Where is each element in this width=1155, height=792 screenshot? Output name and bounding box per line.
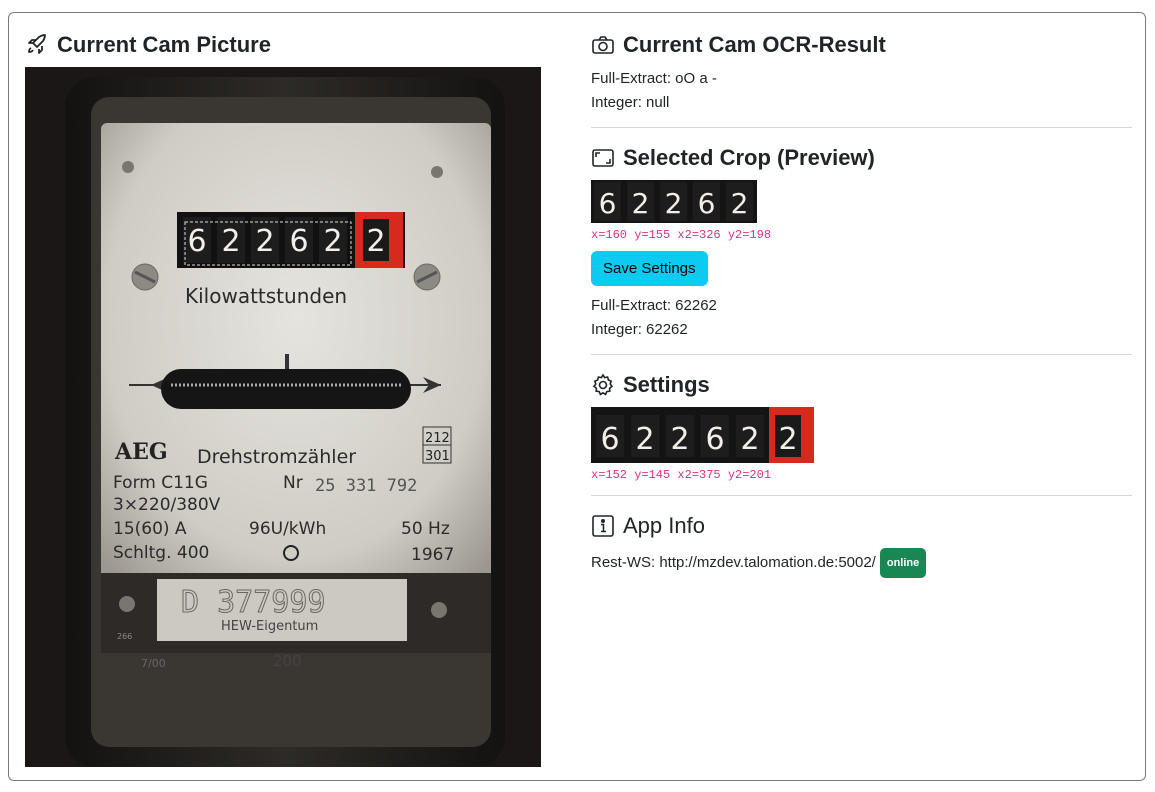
crop-digit: 6: [698, 187, 716, 220]
crop-digit: 2: [632, 187, 650, 220]
crop-heading: Selected Crop (Preview): [591, 142, 1132, 174]
divider: [591, 495, 1132, 496]
main-card: Current Cam Picture 6 2 2 6 2 2 Kilowatt…: [8, 12, 1146, 781]
photo-form: Form C11G: [113, 473, 208, 493]
ocr-title: Current Cam OCR-Result: [623, 32, 886, 57]
photo-bottom-num: 200: [273, 652, 302, 670]
settings-digit: 6: [600, 422, 619, 457]
ocr-integer: Integer: null: [591, 94, 670, 111]
crop-coords: x=160 y=155 x2=326 y2=198: [591, 228, 772, 242]
photo-counter-digit: 6: [289, 224, 308, 259]
settings-decimal: 2: [778, 422, 797, 457]
appinfo-heading: App Info: [591, 510, 1132, 542]
crop-full-extract: Full-Extract: 62262: [591, 297, 717, 314]
save-settings-button[interactable]: Save Settings: [591, 251, 708, 286]
crop-integer: Integer: 62262: [591, 321, 688, 338]
photo-plate-owner: HEW-Eigentum: [221, 619, 318, 634]
photo-small-mid: 7/00: [141, 657, 166, 670]
photo-current: 15(60) A: [113, 519, 187, 539]
photo-unit-label: Kilowattstunden: [185, 284, 347, 308]
divider: [591, 354, 1132, 355]
photo-counter-digit: 2: [221, 224, 240, 259]
info-icon: [591, 514, 615, 538]
cam-picture-section: Current Cam Picture 6 2 2 6 2 2 Kilowatt…: [25, 29, 541, 767]
gear-icon: [591, 373, 615, 397]
photo-type: Drehstromzähler: [197, 446, 356, 468]
crop-preview-image: 62262: [591, 180, 757, 223]
photo-schltg: Schltg. 400: [113, 543, 209, 563]
photo-box-bottom: 301: [425, 449, 450, 464]
status-badge: online: [879, 548, 927, 578]
cam-picture: 622622 Kilowattstunden AEG Drehstromzähl…: [25, 67, 541, 767]
ocr-heading: Current Cam OCR-Result: [591, 29, 1132, 61]
photo-brand: AEG: [114, 439, 168, 465]
settings-title: Settings: [623, 372, 710, 397]
photo-counter-digit: 2: [323, 224, 342, 259]
rest-ws-url: Rest-WS: http://mzdev.talomation.de:5002…: [591, 554, 876, 571]
photo-counter-digit: 6: [187, 224, 206, 259]
photo-small-left: 266: [117, 632, 132, 641]
photo-freq: 50 Hz: [401, 519, 450, 539]
photo-plate-id: D 377999: [181, 585, 326, 620]
photo-counter-digit: 2: [255, 224, 274, 259]
photo-nr-label: Nr: [283, 473, 303, 493]
ocr-full-extract: Full-Extract: oO a -: [591, 70, 717, 87]
crop-icon: [591, 146, 615, 170]
settings-digit: 6: [705, 422, 724, 457]
crop-title: Selected Crop (Preview): [623, 145, 875, 170]
settings-digit: 2: [670, 422, 689, 457]
photo-rate: 96U/kWh: [249, 519, 326, 539]
crop-digit: 2: [731, 187, 749, 220]
appinfo-title: App Info: [623, 513, 705, 538]
divider: [591, 127, 1132, 128]
crop-digit: 6: [599, 187, 617, 220]
crop-digit: 2: [665, 187, 683, 220]
photo-box-top: 212: [425, 431, 450, 446]
rest-ws-line: Rest-WS: http://mzdev.talomation.de:5002…: [591, 548, 1132, 578]
camera-icon: [591, 33, 615, 57]
settings-coords: x=152 y=145 x2=375 y2=201: [591, 468, 772, 482]
cam-picture-heading: Current Cam Picture: [25, 29, 541, 61]
right-column: Current Cam OCR-Result Full-Extract: oO …: [591, 29, 1132, 578]
photo-year: 1967: [411, 545, 454, 565]
rocket-icon: [25, 33, 49, 57]
settings-heading: Settings: [591, 369, 1132, 401]
photo-nr: 25 331 792: [315, 476, 417, 496]
photo-voltage: 3×220/380V: [113, 495, 221, 515]
settings-crop-image: 622622: [591, 407, 814, 463]
photo-counter-decimal: 2: [366, 224, 385, 259]
cam-picture-title: Current Cam Picture: [57, 32, 271, 57]
settings-digit: 2: [635, 422, 654, 457]
settings-digit: 2: [740, 422, 759, 457]
